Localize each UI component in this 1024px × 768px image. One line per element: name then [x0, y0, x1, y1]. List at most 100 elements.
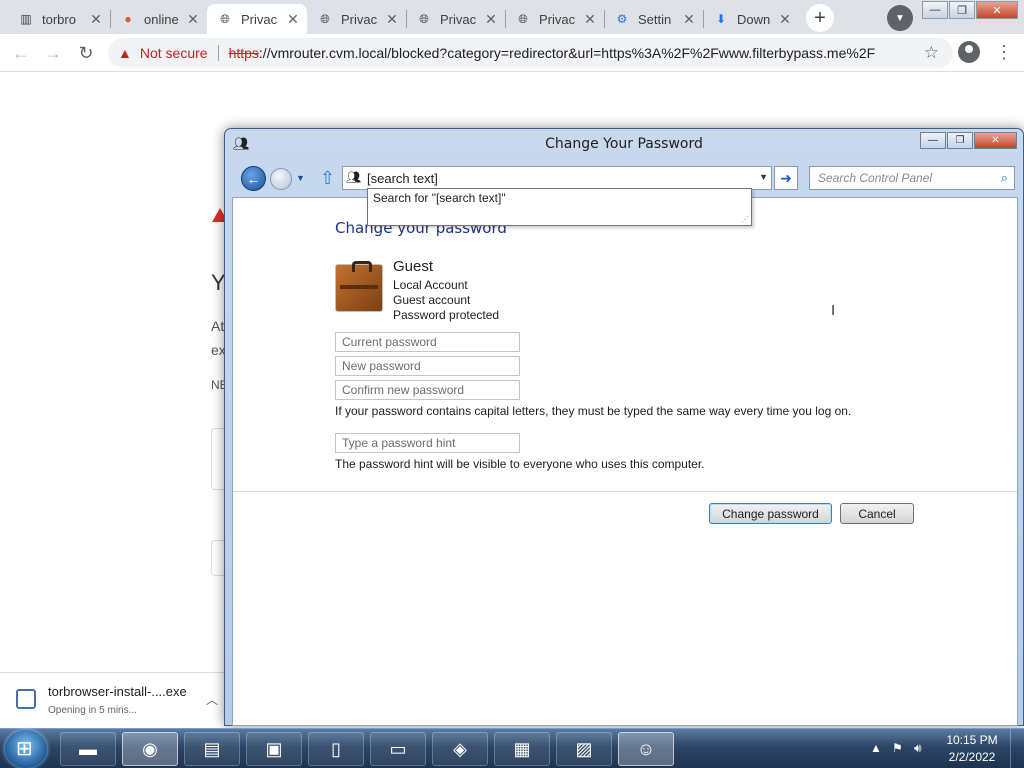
search-icon[interactable]: ⌕ — [1001, 170, 1008, 186]
maximize-button[interactable]: ❐ — [949, 1, 975, 19]
close-icon[interactable]: ✕ — [185, 11, 201, 27]
tab-title: Privac — [241, 11, 278, 27]
cmd-taskbar-icon[interactable]: ▬ — [60, 732, 116, 766]
tab-title: Down — [737, 11, 771, 27]
tab-title: online — [144, 11, 179, 27]
go-arrow-icon[interactable]: ➜ — [774, 166, 798, 190]
maximize-button[interactable]: ❐ — [947, 132, 973, 149]
kebab-menu-icon[interactable]: ⋮ — [995, 42, 1013, 63]
tab-title: Settin — [638, 11, 672, 27]
tab-5[interactable]: 🌐︎ Privac ✕ — [406, 4, 505, 34]
clock-date[interactable]: 2/2/2022 — [942, 750, 1002, 764]
confirm-password-input[interactable] — [335, 380, 520, 400]
tab-7[interactable]: ⚙ Settin ✕ — [604, 4, 703, 34]
change-password-window: 👥︎ Change Your Password — ❐ ✕ ← ▼ ⇧ 👥︎ [… — [224, 128, 1024, 726]
change-password-button[interactable]: Change password — [709, 503, 832, 524]
close-icon[interactable]: ✕ — [582, 11, 598, 27]
account-type: Local Account — [393, 278, 468, 292]
tab-1[interactable]: ▥ torbro ✕ — [8, 4, 110, 34]
capital-letters-note: If your password contains capital letter… — [335, 404, 852, 418]
minimize-button[interactable]: — — [922, 1, 948, 19]
chrome-taskbar-icon[interactable]: ◉ — [122, 732, 178, 766]
close-icon[interactable]: ✕ — [483, 11, 499, 27]
close-window-button[interactable]: ✕ — [974, 132, 1017, 149]
resize-grip-icon[interactable]: ⋰ — [741, 215, 749, 224]
close-icon[interactable]: ✕ — [681, 11, 697, 27]
globe-icon: 🌐︎ — [518, 11, 528, 26]
chevron-down-icon[interactable]: ▼ — [759, 172, 768, 182]
download-status: Opening in 5 mins... — [48, 705, 137, 716]
picture-taskbar-icon[interactable]: ▨ — [556, 732, 612, 766]
tab-strip: ▥ torbro ✕ ● online ✕ 🌐︎ Privac ✕ 🌐︎ Pri… — [0, 0, 1024, 34]
suitcase-avatar-icon — [335, 261, 383, 312]
back-arrow-icon[interactable]: ← — [9, 41, 33, 65]
address-bar[interactable]: ▲ Not secure https ://vmrouter.cvm.local… — [108, 38, 953, 68]
autocomplete-item[interactable]: Search for "[search text]" — [373, 191, 746, 205]
profile-avatar-icon[interactable] — [958, 41, 980, 63]
tab-title: Privac — [539, 11, 576, 27]
tab-title: Privac — [341, 11, 378, 27]
close-icon[interactable]: ✕ — [88, 11, 104, 27]
cancel-button[interactable]: Cancel — [840, 503, 914, 524]
browser-toolbar: ← → ↻ ▲ Not secure https ://vmrouter.cvm… — [0, 34, 1024, 72]
tab-search-icon[interactable]: ▼ — [887, 5, 913, 31]
control-panel-taskbar-icon[interactable]: ▦ — [494, 732, 550, 766]
search-placeholder: Search Control Panel — [818, 171, 933, 185]
current-password-input[interactable] — [335, 332, 520, 352]
account-protection: Password protected — [393, 308, 500, 322]
account-kind: Guest account — [393, 293, 471, 307]
back-arrow-icon[interactable]: ← — [241, 166, 266, 191]
minimize-button[interactable]: — — [920, 132, 946, 149]
download-filename[interactable]: torbrowser-install-....exe — [48, 684, 187, 699]
close-icon[interactable]: ✕ — [285, 11, 301, 27]
chevron-down-icon[interactable]: ▼ — [296, 173, 305, 183]
cubes-taskbar-icon[interactable]: ◈ — [432, 732, 488, 766]
close-icon[interactable]: ✕ — [777, 11, 793, 27]
trollface-taskbar-icon[interactable]: ☺ — [618, 732, 674, 766]
chevron-up-icon[interactable]: ︿ — [206, 691, 218, 708]
page-text-line: At — [211, 318, 225, 334]
bookmark-star-icon[interactable]: ☆ — [924, 43, 939, 63]
tab-6[interactable]: 🌐︎ Privac ✕ — [505, 4, 604, 34]
new-tab-button[interactable]: + — [806, 4, 834, 32]
volume-icon[interactable]: 🔊︎ — [914, 741, 922, 756]
installer-file-icon — [16, 689, 36, 709]
tab-4[interactable]: 🌐︎ Privac ✕ — [307, 4, 406, 34]
system-monitor-taskbar-icon[interactable]: ▤ — [184, 732, 240, 766]
folder-taskbar-icon[interactable]: ▯ — [308, 732, 364, 766]
show-desktop-button[interactable] — [1010, 729, 1024, 768]
window-title: Change Your Password — [545, 136, 703, 152]
reload-icon[interactable]: ↻ — [74, 41, 98, 65]
new-password-input[interactable] — [335, 356, 520, 376]
download-icon: ⬇ — [715, 12, 727, 26]
security-label[interactable]: Not secure — [140, 45, 208, 61]
terminal-taskbar-icon[interactable]: ▣ — [246, 732, 302, 766]
globe-icon: 🌐︎ — [320, 11, 330, 26]
page-button[interactable] — [211, 540, 225, 576]
close-window-button[interactable]: ✕ — [976, 1, 1018, 19]
tray-expand-icon[interactable]: ▲ — [870, 741, 882, 755]
tab-2[interactable]: ● online ✕ — [110, 4, 207, 34]
up-arrow-icon[interactable]: ⇧ — [320, 168, 335, 189]
hint-visibility-note: The password hint will be visible to eve… — [335, 457, 705, 471]
close-icon[interactable]: ✕ — [384, 11, 400, 27]
forward-arrow-icon[interactable]: → — [41, 41, 65, 65]
clock-time[interactable]: 10:15 PM — [942, 733, 1002, 747]
document-taskbar-icon[interactable]: ▭ — [370, 732, 426, 766]
tab-3[interactable]: 🌐︎ Privac ✕ — [207, 4, 307, 34]
divider — [233, 491, 1017, 492]
users-icon: 👥︎ — [346, 170, 362, 184]
url-divider — [217, 45, 219, 61]
taskbar: ▬ ◉ ▤ ▣ ▯ ▭ ◈ ▦ ▨ ☺ ▲ ⚑ 🔊︎ 10:15 PM 2/2/… — [0, 728, 1024, 768]
warning-icon[interactable]: ▲ — [118, 45, 132, 61]
globe-icon: 🌐︎ — [419, 11, 429, 26]
action-center-flag-icon[interactable]: ⚑ — [892, 741, 903, 755]
start-orb-icon[interactable] — [5, 730, 47, 768]
address-value[interactable]: [search text] — [367, 171, 438, 186]
account-name: Guest — [393, 258, 434, 275]
search-control-panel-input[interactable]: Search Control Panel ⌕ — [809, 166, 1015, 190]
forward-arrow-icon[interactable] — [270, 168, 292, 190]
tab-8[interactable]: ⬇ Down ✕ — [703, 4, 799, 34]
control-panel-address-bar[interactable]: 👥︎ [search text] ▼ — [342, 166, 772, 190]
password-hint-input[interactable] — [335, 433, 520, 453]
